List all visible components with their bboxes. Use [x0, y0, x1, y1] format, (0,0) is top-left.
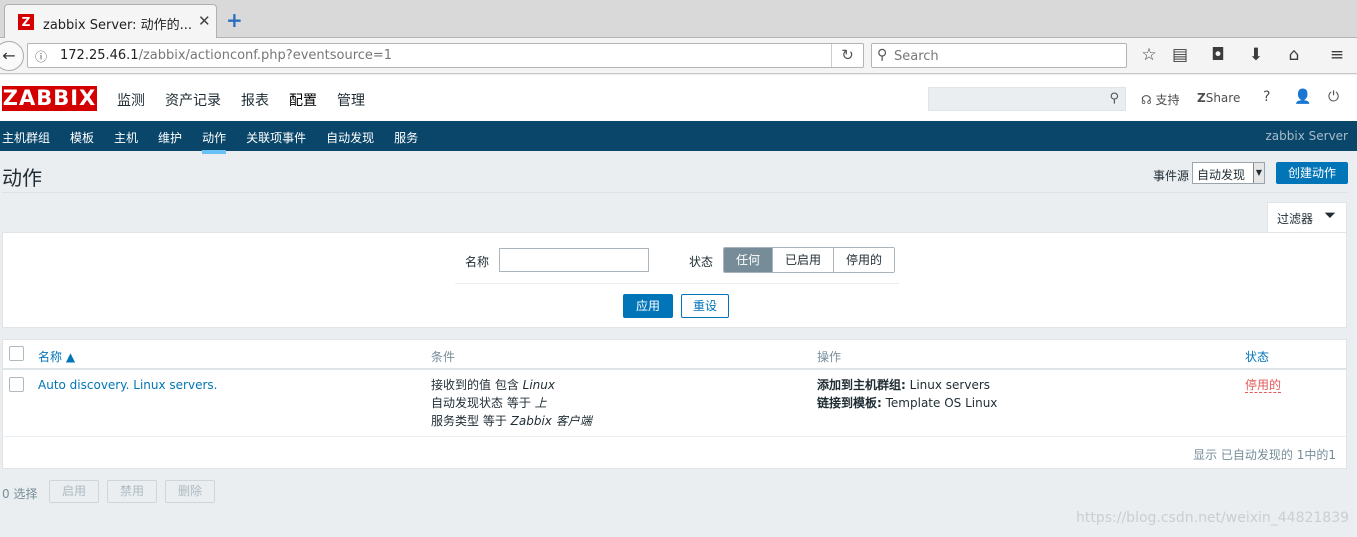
browser-tab-bar: Z zabbix Server: 动作的... ✕ +: [0, 0, 1357, 38]
condition-line: 服务类型 等于 Zabbix 客户端: [431, 414, 592, 428]
tab-title: zabbix Server: 动作的...: [43, 18, 193, 33]
reading-list-icon[interactable]: ▤: [1169, 45, 1191, 65]
condition-line: 接收到的值 包含 Linux: [431, 378, 555, 392]
subnav-discovery[interactable]: 自动发现: [326, 129, 374, 146]
status-option-any[interactable]: 任何: [724, 248, 774, 272]
url-text: 172.25.46.1/zabbix/actionconf.php?events…: [60, 48, 393, 63]
back-arrow-icon[interactable]: ←: [0, 41, 24, 71]
search-icon[interactable]: ⚲: [1109, 91, 1119, 106]
action-name-link[interactable]: Auto discovery. Linux servers.: [38, 378, 217, 392]
conditions-cell: 接收到的值 包含 Linux 自动发现状态 等于 上 服务类型 等于 Zabbi…: [431, 376, 592, 430]
close-tab-icon[interactable]: ✕: [198, 12, 211, 30]
delete-button[interactable]: 删除: [165, 480, 215, 503]
subnav-maintenance[interactable]: 维护: [158, 129, 182, 146]
create-action-button[interactable]: 创建动作: [1276, 162, 1348, 184]
subnav-host-groups[interactable]: 主机群组: [2, 129, 50, 146]
browser-tab[interactable]: Z zabbix Server: 动作的... ✕: [4, 4, 217, 38]
status-option-disabled[interactable]: 停用的: [834, 248, 895, 272]
menu-reports[interactable]: 报表: [241, 90, 269, 110]
disable-button[interactable]: 禁用: [107, 480, 157, 503]
subnav-actions[interactable]: 动作: [202, 129, 227, 154]
menu-icon[interactable]: ≡: [1326, 45, 1348, 65]
subnav-services[interactable]: 服务: [394, 129, 418, 146]
sub-navigation: 主机群组 模板 主机 维护 动作 关联项事件 自动发现 服务 zabbix Se…: [0, 121, 1357, 154]
filter-divider: [455, 283, 899, 284]
filter-name-label: 名称: [465, 255, 490, 269]
headset-icon: ☊: [1141, 93, 1152, 107]
column-status[interactable]: 状态: [1245, 348, 1269, 365]
menu-monitoring[interactable]: 监测: [117, 90, 145, 110]
bookmark-star-icon[interactable]: ☆: [1138, 45, 1160, 65]
column-name-sort[interactable]: 名称 ▲: [38, 348, 75, 365]
support-link[interactable]: ☊ 支持: [1141, 91, 1180, 108]
table-header: 名称 ▲ 条件 操作 状态: [3, 340, 1346, 370]
filter-panel: 名称 状态 任何 已启用 停用的 应用 重设: [2, 232, 1347, 328]
menu-administration[interactable]: 管理: [337, 90, 365, 110]
site-info-icon[interactable]: ⓘ: [35, 48, 47, 65]
reload-icon[interactable]: ↻: [831, 44, 863, 67]
filter-tab[interactable]: 过滤器 ⏷: [1267, 202, 1347, 233]
select-all-checkbox[interactable]: [9, 346, 24, 361]
table-row: Auto discovery. Linux servers. 接收到的值 包含 …: [3, 372, 1346, 437]
operations-cell: 添加到主机群组: Linux servers 链接到模板: Template O…: [817, 376, 997, 412]
browser-search-bar[interactable]: ⚲: [871, 43, 1127, 68]
column-conditions: 条件: [431, 350, 456, 364]
divider: [2, 192, 1347, 193]
menu-configuration[interactable]: 配置: [289, 90, 317, 110]
status-option-enabled[interactable]: 已启用: [773, 248, 835, 272]
event-source-label: 事件源: [1153, 169, 1190, 183]
menu-inventory[interactable]: 资产记录: [165, 90, 221, 110]
condition-line: 自动发现状态 等于 上: [431, 396, 547, 410]
download-icon[interactable]: ⬇: [1245, 45, 1267, 65]
event-source-value: 自动发现: [1197, 168, 1246, 182]
operation-line: 添加到主机群组: Linux servers: [817, 378, 991, 392]
status-toggle-link[interactable]: 停用的: [1245, 378, 1282, 393]
home-icon[interactable]: ⌂: [1283, 45, 1305, 65]
subnav-correlation[interactable]: 关联项事件: [246, 129, 306, 146]
chevron-down-icon: ▼: [1253, 163, 1264, 183]
filter-status-label: 状态: [689, 255, 714, 269]
actions-table: 名称 ▲ 条件 操作 状态 Auto discovery. Linux serv…: [2, 339, 1347, 469]
page-title: 动作: [2, 166, 42, 190]
global-search-input[interactable]: ⚲: [928, 87, 1126, 111]
logout-icon[interactable]: ⏻: [1328, 89, 1339, 105]
share-z-icon: Z: [1197, 91, 1206, 105]
help-icon[interactable]: ?: [1263, 89, 1270, 105]
zabbix-logo[interactable]: ZABBIX: [2, 86, 97, 111]
main-menu: 监测 资产记录 报表 配置 管理: [117, 90, 385, 110]
filter-name-input[interactable]: [499, 248, 649, 272]
browser-nav-bar: ← ⓘ 172.25.46.1/zabbix/actionconf.php?ev…: [0, 38, 1357, 74]
filter-funnel-icon: ⏷: [1324, 206, 1337, 224]
url-bar[interactable]: ⓘ 172.25.46.1/zabbix/actionconf.php?even…: [27, 43, 864, 68]
event-source-select[interactable]: 自动发现 ▼: [1192, 162, 1265, 184]
filter-status-segmented: 任何 已启用 停用的: [723, 247, 896, 273]
filter-tab-label: 过滤器: [1277, 212, 1314, 226]
pocket-icon[interactable]: ◘: [1207, 45, 1229, 65]
enable-button[interactable]: 启用: [49, 480, 99, 503]
search-icon: ⚲: [877, 47, 888, 63]
server-name: zabbix Server: [1265, 129, 1349, 143]
zabbix-header: ZABBIX 监测 资产记录 报表 配置 管理 ⚲ ☊ 支持 ZShare ? …: [0, 75, 1357, 121]
reset-button[interactable]: 重设: [681, 294, 729, 318]
browser-search-input[interactable]: [894, 47, 1119, 65]
table-footer-count: 显示 已自动发现的 1中的1: [1193, 448, 1336, 462]
subnav-hosts[interactable]: 主机: [114, 129, 138, 146]
apply-button[interactable]: 应用: [623, 294, 673, 318]
subnav-templates[interactable]: 模板: [70, 129, 94, 146]
column-operations: 操作: [817, 350, 842, 364]
zabbix-favicon-icon: Z: [18, 14, 34, 30]
watermark: https://blog.csdn.net/weixin_44821839: [1076, 510, 1350, 526]
selected-count: 0 选择: [2, 487, 38, 501]
operation-line: 链接到模板: Template OS Linux: [817, 396, 998, 410]
user-profile-icon[interactable]: 👤: [1294, 89, 1311, 105]
new-tab-icon[interactable]: +: [226, 8, 243, 32]
row-checkbox[interactable]: [9, 377, 24, 392]
share-link[interactable]: ZShare: [1197, 91, 1240, 105]
